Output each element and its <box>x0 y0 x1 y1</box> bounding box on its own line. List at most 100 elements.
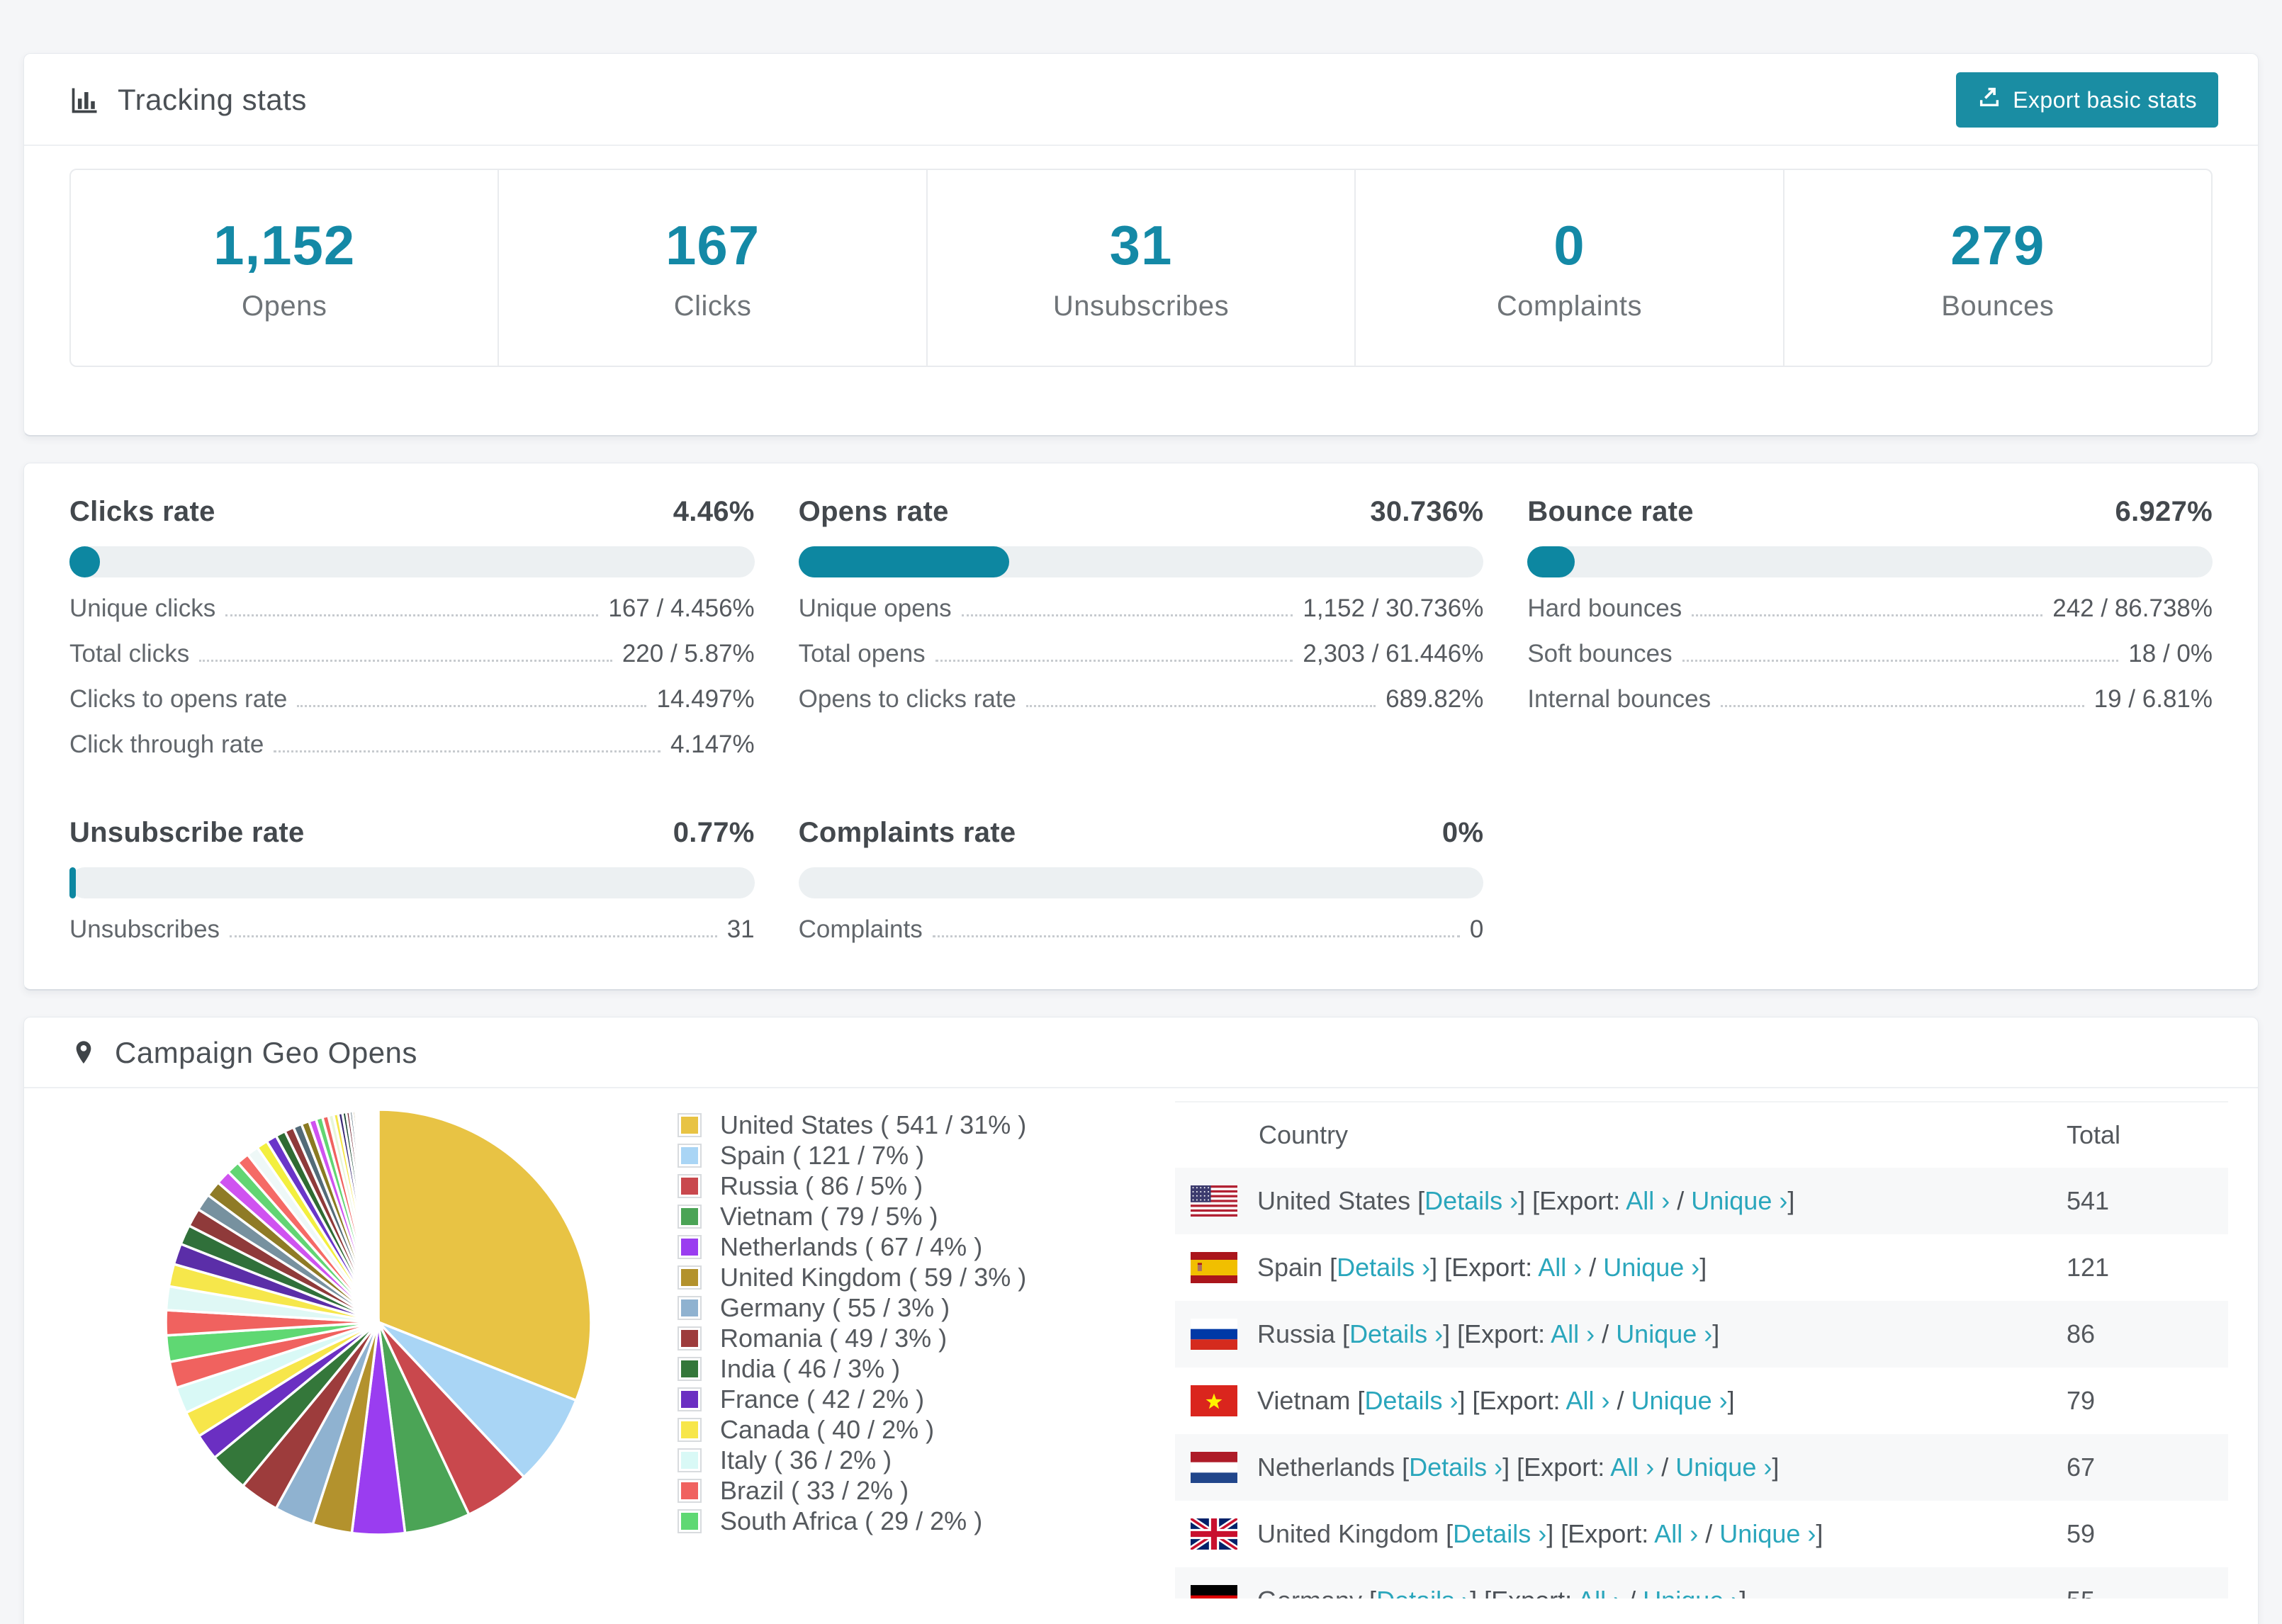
export-button-label: Export basic stats <box>2013 86 2197 113</box>
stat-box-complaints: 0 Complaints <box>1354 170 1782 366</box>
legend-swatch <box>678 1296 702 1320</box>
rate-stat-row: Hard bounces 242 / 86.738% <box>1527 594 2213 623</box>
geo-country-name: Russia <box>1257 1319 1343 1348</box>
export-all-link[interactable]: All › <box>1551 1319 1595 1348</box>
legend-label: Canada ( 40 / 2% ) <box>720 1415 935 1444</box>
geo-pie-chart <box>159 1103 598 1545</box>
geo-table-rows: United States [Details ›] [Export: All ›… <box>1175 1168 2228 1598</box>
legend-item-romania: Romania ( 49 / 3% ) <box>678 1324 1072 1353</box>
legend-item-canada: Canada ( 40 / 2% ) <box>678 1415 1072 1444</box>
rate-stat-row: Opens to clicks rate 689.82% <box>799 685 1484 714</box>
geo-table-row-vietnam: Vietnam [Details ›] [Export: All › / Uni… <box>1175 1368 2228 1434</box>
stat-row-label: Unsubscribes <box>69 915 220 943</box>
rate-value: 0% <box>1441 817 1484 848</box>
stat-label: Clicks <box>673 291 752 322</box>
export-all-link[interactable]: All › <box>1626 1186 1670 1215</box>
stat-row-value: 1,152 / 30.736% <box>1303 594 1484 622</box>
legend-swatch <box>678 1387 702 1411</box>
export-all-link[interactable]: All › <box>1578 1586 1621 1598</box>
stat-row-label: Hard bounces <box>1527 594 1682 622</box>
summary-stats: 1,152 Opens 167 Clicks 31 Unsubscribes 0 Compla… <box>69 169 2213 367</box>
stat-value: 167 <box>665 214 760 276</box>
legend-label: United States ( 541 / 31% ) <box>720 1110 1027 1139</box>
stat-row-value: 2,303 / 61.446% <box>1303 640 1484 667</box>
details-link[interactable]: Details › <box>1349 1319 1443 1348</box>
stat-row-value: 0 <box>1469 915 1484 943</box>
tracking-stats-card: Tracking stats Export basic stats 1,152 O… <box>23 53 2259 436</box>
legend-swatch <box>678 1205 702 1229</box>
rate-progress-bar <box>798 546 1484 577</box>
rate-progress-bar <box>798 867 1484 898</box>
details-link[interactable]: Details › <box>1364 1386 1458 1415</box>
rate-title: Bounce rate <box>1527 496 1694 527</box>
export-all-link[interactable]: All › <box>1654 1519 1698 1548</box>
legend-swatch <box>678 1357 702 1381</box>
legend-item-france: France ( 42 / 2% ) <box>678 1385 1072 1414</box>
geo-row-text: Netherlands [Details ›] [Export: All › /… <box>1257 1453 1780 1482</box>
stat-box-bounces: 279 Bounces <box>1782 170 2211 366</box>
export-unique-link[interactable]: Unique › <box>1643 1586 1739 1598</box>
tracking-stats-header: Tracking stats Export basic stats <box>24 54 2258 146</box>
stat-row-value: 689.82% <box>1386 685 1484 713</box>
export-all-link[interactable]: All › <box>1566 1386 1610 1415</box>
geo-table-row-netherlands: Netherlands [Details ›] [Export: All › /… <box>1175 1434 2228 1501</box>
export-all-link[interactable]: All › <box>1610 1453 1654 1482</box>
legend-item-vietnam: Vietnam ( 79 / 5% ) <box>678 1202 1072 1231</box>
rate-progress-bar <box>69 546 755 577</box>
export-unique-link[interactable]: Unique › <box>1691 1186 1787 1215</box>
geo-table-row-spain: Spain [Details ›] [Export: All › / Uniqu… <box>1175 1234 2228 1301</box>
dotted-leader <box>935 660 1293 662</box>
legend-swatch <box>678 1174 702 1198</box>
legend-item-spain: Spain ( 121 / 7% ) <box>678 1141 1072 1170</box>
export-all-link[interactable]: All › <box>1538 1253 1582 1282</box>
geo-country-name: United Kingdom <box>1257 1519 1446 1548</box>
geo-row-text: Russia [Details ›] [Export: All › / Uniq… <box>1257 1319 1720 1348</box>
geo-row-total: 55 <box>2067 1586 2228 1598</box>
legend-item-united-kingdom: United Kingdom ( 59 / 3% ) <box>678 1263 1072 1292</box>
geo-country-name: Vietnam <box>1257 1386 1358 1415</box>
tracking-stats-title-text: Tracking stats <box>118 83 307 116</box>
legend-label: Spain ( 121 / 7% ) <box>720 1141 925 1170</box>
stat-box-clicks: 167 Clicks <box>498 170 926 366</box>
geo-opens-title: Campaign Geo Opens <box>69 1036 417 1070</box>
export-unique-link[interactable]: Unique › <box>1616 1319 1712 1348</box>
geo-country-name: Germany <box>1257 1586 1369 1598</box>
geo-country-name: Spain <box>1257 1253 1330 1282</box>
export-unique-link[interactable]: Unique › <box>1603 1253 1699 1282</box>
rate-stat-row: Complaints 0 <box>799 915 1484 944</box>
rate-progress-bar <box>1527 546 2213 577</box>
geo-row-total: 121 <box>2067 1253 2110 1282</box>
stat-box-unsubscribes: 31 Unsubscribes <box>926 170 1354 366</box>
stat-row-label: Total clicks <box>69 640 190 667</box>
export-basic-stats-button[interactable]: Export basic stats <box>1956 72 2218 128</box>
details-link[interactable]: Details › <box>1453 1519 1546 1548</box>
legend-label: France ( 42 / 2% ) <box>720 1385 925 1414</box>
details-link[interactable]: Details › <box>1424 1186 1518 1215</box>
dotted-leader <box>297 705 647 707</box>
details-link[interactable]: Details › <box>1337 1253 1430 1282</box>
geo-table-row-germany: Germany [Details ›] [Export: All › / Uni… <box>1175 1567 2228 1598</box>
export-unique-link[interactable]: Unique › <box>1631 1386 1728 1415</box>
stat-row-label: Opens to clicks rate <box>798 685 1016 713</box>
legend-label: Italy ( 36 / 2% ) <box>720 1445 892 1474</box>
geo-opens-card: Campaign Geo Opens United States ( 541 /… <box>23 1017 2259 1624</box>
details-link[interactable]: Details › <box>1409 1453 1502 1482</box>
geo-row-total: 67 <box>2067 1453 2096 1482</box>
geo-table-row-united-states: United States [Details ›] [Export: All ›… <box>1175 1168 2228 1234</box>
gb-flag-icon <box>1191 1518 1237 1550</box>
export-unique-link[interactable]: Unique › <box>1675 1453 1772 1482</box>
legend-label: India ( 46 / 3% ) <box>720 1354 901 1383</box>
geo-country-name: Netherlands <box>1257 1453 1403 1482</box>
stat-value: 279 <box>1950 214 2045 276</box>
export-icon <box>1977 85 2001 115</box>
stat-row-label: Total opens <box>798 640 926 667</box>
geo-table-header-total: Total <box>2067 1120 2121 1149</box>
legend-label: Brazil ( 33 / 2% ) <box>720 1476 909 1505</box>
legend-label: Romania ( 49 / 3% ) <box>720 1324 948 1353</box>
rate-stat-row: Total clicks 220 / 5.87% <box>69 640 755 668</box>
export-unique-link[interactable]: Unique › <box>1719 1519 1816 1548</box>
stat-value: 31 <box>1109 214 1173 276</box>
legend-item-russia: Russia ( 86 / 5% ) <box>678 1171 1072 1200</box>
legend-swatch <box>678 1509 702 1533</box>
details-link[interactable]: Details › <box>1376 1586 1470 1598</box>
